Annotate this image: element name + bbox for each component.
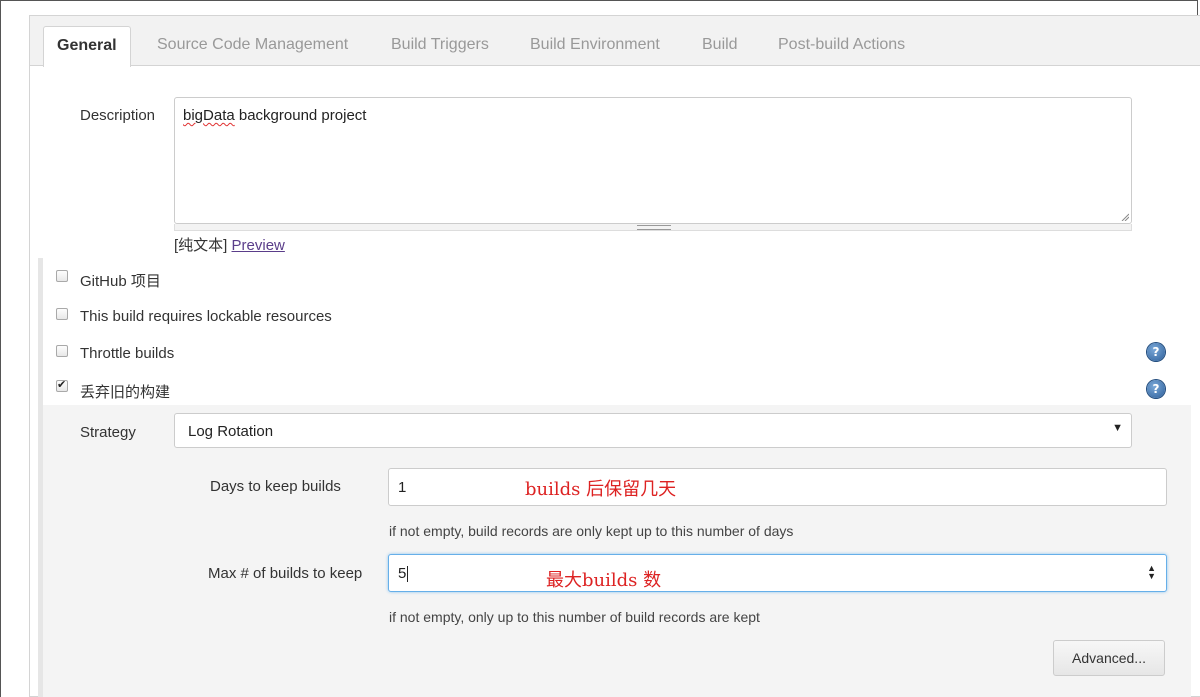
tab-general[interactable]: General [43, 26, 131, 67]
preview-link[interactable]: Preview [232, 237, 285, 254]
tab-build[interactable]: Build [702, 36, 738, 54]
description-text-word: bigData [183, 107, 235, 124]
discard-old-builds-label: 丢弃旧的构建 [80, 384, 171, 401]
discard-help-icon[interactable]: ? [1147, 380, 1165, 398]
strategy-label: Strategy [80, 424, 136, 441]
description-textarea[interactable]: bigData background project [174, 97, 1132, 224]
max-builds-value: 5 [398, 565, 407, 582]
lockable-resources-checkbox[interactable] [56, 308, 68, 320]
drag-handle-icon [637, 225, 671, 230]
tab-bar: General Source Code Management Build Tri… [30, 16, 1200, 67]
text-caret [407, 566, 409, 583]
strategy-select[interactable]: Log Rotation ▼ [174, 413, 1132, 448]
tab-post-build-actions[interactable]: Post-build Actions [778, 36, 905, 54]
lockable-resources-label: This build requires lockable resources [80, 308, 332, 325]
description-format-row: [纯文本] Preview [174, 234, 285, 255]
strategy-value: Log Rotation [188, 423, 274, 440]
tab-build-environment[interactable]: Build Environment [530, 36, 660, 54]
resize-grip-icon[interactable] [1121, 213, 1129, 221]
chevron-right-icon[interactable] [1176, 350, 1198, 394]
advanced-button[interactable]: Advanced... [1053, 640, 1165, 676]
days-hint: if not empty, build records are only kep… [389, 523, 794, 539]
max-builds-label: Max # of builds to keep [208, 565, 363, 582]
description-label: Description [80, 107, 156, 124]
textarea-drag-handle[interactable] [174, 224, 1132, 231]
days-annotation: builds 后保留几天 [525, 479, 677, 500]
days-to-keep-label: Days to keep builds [210, 478, 341, 495]
days-to-keep-input[interactable]: 1 [388, 468, 1167, 506]
days-to-keep-value: 1 [398, 479, 407, 496]
number-spinner-icon[interactable]: ▲ ▼ [1147, 564, 1156, 581]
github-project-checkbox[interactable] [56, 270, 68, 282]
tab-build-triggers[interactable]: Build Triggers [391, 36, 489, 54]
max-builds-input[interactable]: 5 ▲ ▼ [388, 554, 1167, 592]
github-project-label: GitHub 项目 [80, 273, 161, 290]
description-text: background project [234, 107, 367, 124]
max-builds-hint: if not empty, only up to this number of … [389, 609, 760, 625]
max-builds-annotation: 最大builds 数 [546, 570, 662, 591]
format-label: [纯文本] [174, 237, 228, 254]
dropdown-arrow-icon: ▼ [1112, 422, 1123, 434]
tab-source-code-management[interactable]: Source Code Management [157, 36, 348, 54]
throttle-builds-checkbox[interactable] [56, 345, 68, 357]
throttle-builds-label: Throttle builds [80, 345, 175, 362]
throttle-help-icon[interactable]: ? [1147, 343, 1165, 361]
discard-old-builds-checkbox[interactable] [56, 378, 68, 392]
